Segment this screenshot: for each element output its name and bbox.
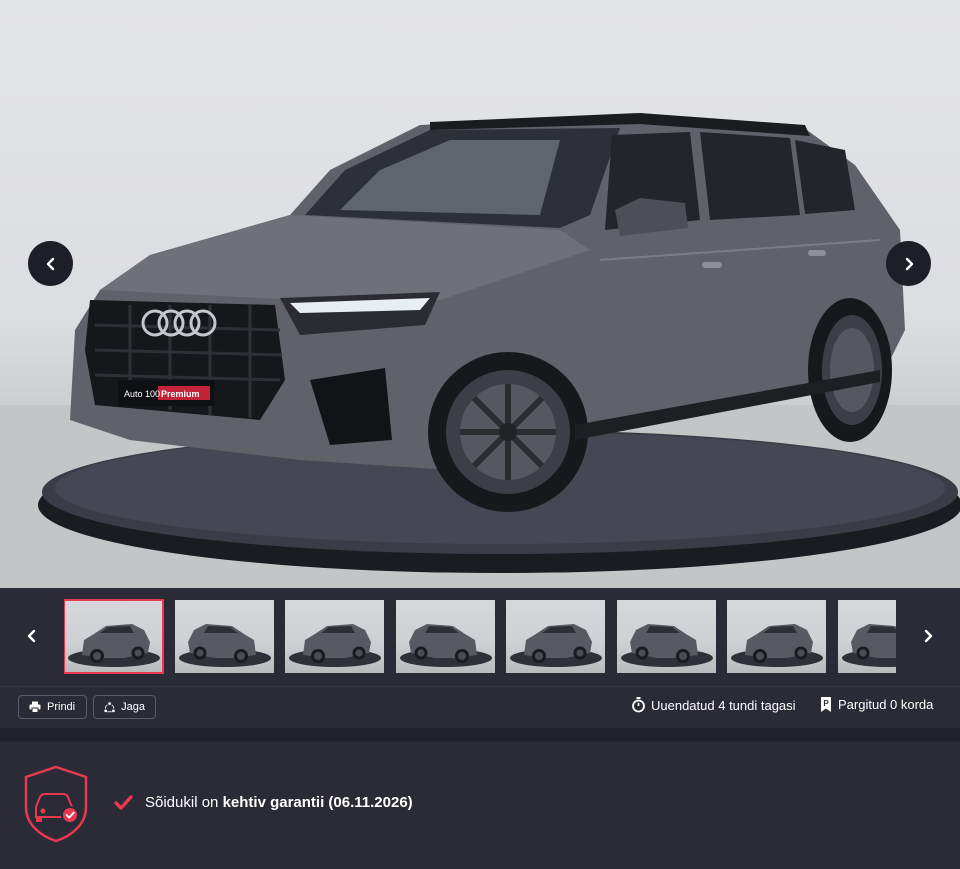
thumbnail-image — [621, 624, 713, 667]
printer-icon — [29, 701, 41, 713]
warranty-status: kehtiv garantii (06.11.2026) — [222, 794, 413, 811]
thumbnail-item[interactable] — [506, 600, 605, 673]
thumbnail-image — [289, 624, 381, 667]
checkmark-icon — [114, 795, 133, 810]
thumbnail-image — [179, 624, 271, 667]
thumbnail-item[interactable] — [396, 600, 495, 673]
thumbnail-list — [64, 599, 896, 674]
thumbnail-item[interactable] — [727, 600, 826, 673]
thumbnail-image — [510, 624, 602, 667]
photo-toolbar: Prindi Jaga Uuendatud 4 tundi tagasi P P… — [0, 686, 960, 728]
car-photo: Auto 100 Premium — [0, 113, 960, 588]
warranty-section: Sõidukil on kehtiv garantii (06.11.2026) — [0, 741, 960, 864]
updated-text: Uuendatud 4 tundi tagasi — [651, 697, 796, 713]
plate-highlight: Premium — [161, 389, 200, 399]
prev-photo-button[interactable] — [28, 241, 73, 286]
updated-info: Uuendatud 4 tundi tagasi — [632, 697, 796, 713]
parked-info: P Pargitud 0 korda — [820, 697, 933, 712]
thumbs-next-button[interactable] — [918, 626, 938, 646]
thumbnail-item[interactable] — [64, 599, 164, 674]
parked-text: Pargitud 0 korda — [838, 697, 934, 712]
print-button[interactable]: Prindi — [18, 695, 87, 719]
svg-text:P: P — [823, 699, 829, 708]
stopwatch-icon — [632, 697, 645, 713]
share-button[interactable]: Jaga — [93, 695, 156, 719]
next-photo-button[interactable] — [886, 241, 931, 286]
chevron-right-icon — [905, 257, 913, 270]
thumbnail-item[interactable] — [285, 600, 384, 673]
thumbnail-item[interactable] — [617, 600, 716, 673]
thumbnail-item[interactable] — [175, 600, 274, 673]
plate-text: Auto 100 — [124, 389, 160, 399]
share-icon — [104, 701, 115, 712]
thumbnail-image — [731, 624, 823, 667]
warranty-text: Sõidukil on kehtiv garantii (06.11.2026) — [145, 794, 413, 811]
main-photo[interactable]: Auto 100 Premium — [0, 0, 960, 588]
print-label: Prindi — [47, 701, 76, 713]
thumbnail-image — [68, 624, 160, 667]
warranty-prefix: Sõidukil on — [145, 794, 223, 811]
parking-icon: P — [821, 697, 831, 712]
section-divider — [0, 728, 960, 741]
thumbnail-image — [842, 624, 896, 667]
thumbnail-strip — [0, 588, 960, 686]
chevron-left-icon — [27, 629, 36, 643]
thumbnail-item[interactable] — [838, 600, 896, 673]
chevron-left-icon — [46, 257, 54, 270]
chevron-right-icon — [924, 629, 933, 643]
share-label: Jaga — [121, 701, 145, 713]
thumbnail-image — [400, 624, 492, 667]
car-warranty-shield-icon — [24, 765, 88, 843]
thumbs-prev-button[interactable] — [22, 626, 42, 646]
